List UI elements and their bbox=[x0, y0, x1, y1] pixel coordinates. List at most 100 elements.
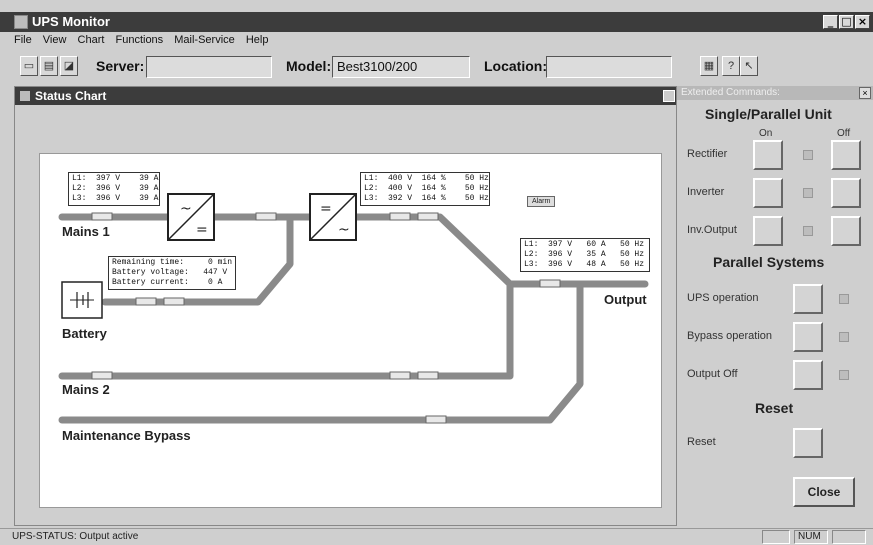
status-bar: UPS-STATUS: Output active NUM bbox=[0, 528, 873, 545]
status-diagram: ~ = = ~ L1: 397 V 39 A L2: 396 V 39 A L3: … bbox=[39, 153, 662, 508]
close-window-button[interactable]: × bbox=[855, 15, 870, 29]
mains1-l1: L1: 397 V 39 A bbox=[72, 174, 159, 183]
minimize-button[interactable]: _ bbox=[823, 15, 838, 29]
switch-mains2-1 bbox=[389, 371, 411, 380]
output-l2: L2: 396 V 35 A 50 Hz bbox=[524, 250, 645, 259]
location-field[interactable] bbox=[546, 56, 672, 78]
menu-help[interactable]: Help bbox=[246, 34, 269, 46]
model-field[interactable]: Best3100/200 bbox=[332, 56, 470, 78]
help-pointer-icon[interactable]: ↖ bbox=[740, 56, 758, 76]
output-l3: L3: 396 V 48 A 50 Hz bbox=[524, 260, 645, 269]
app-title: UPS Monitor bbox=[32, 14, 110, 29]
switch-bypass bbox=[425, 415, 447, 424]
ups-operation-led bbox=[839, 294, 849, 304]
menu-functions[interactable]: Functions bbox=[115, 34, 163, 46]
extended-commands-title: Extended Commands: bbox=[677, 86, 873, 100]
on-label: On bbox=[759, 128, 773, 139]
menu-view[interactable]: View bbox=[43, 34, 67, 46]
mains1-l3: L3: 396 V 39 A bbox=[72, 194, 159, 203]
ups-status-text: UPS-STATUS: Output active bbox=[12, 531, 139, 542]
reset-label: Reset bbox=[687, 436, 716, 448]
inverter-label: Inverter bbox=[687, 186, 725, 198]
switch-output bbox=[539, 279, 561, 288]
status-chart-minimize-button[interactable] bbox=[663, 90, 675, 102]
battery-label: Battery bbox=[62, 326, 107, 341]
inverter-off-button[interactable] bbox=[831, 178, 861, 208]
status-chart-window: Status Chart ~ = = ~ L1: 397 V 39 A L2: … bbox=[14, 86, 679, 526]
inverter-l2: L2: 400 V 164 % 50 Hz bbox=[364, 184, 489, 193]
open-icon[interactable]: ▭ bbox=[20, 56, 38, 76]
status-chart-title-bar: Status Chart bbox=[15, 87, 679, 105]
switch-mains1 bbox=[91, 212, 113, 221]
menu-file[interactable]: File bbox=[14, 34, 32, 46]
battery-icon bbox=[61, 281, 103, 319]
extended-commands-panel: Extended Commands: × Single/Parallel Uni… bbox=[676, 86, 873, 526]
bypass-operation-button[interactable] bbox=[793, 322, 823, 352]
switch-inverter-2 bbox=[417, 212, 439, 221]
app-title-bar: UPS Monitor _ □ × bbox=[0, 12, 873, 32]
svg-text:=: = bbox=[320, 201, 332, 217]
printer-icon[interactable]: ▦ bbox=[700, 56, 718, 76]
rectifier-icon: ~ = bbox=[167, 193, 215, 241]
alarm-indicator[interactable]: Alarm bbox=[527, 196, 556, 207]
battery-voltage: Battery voltage: 447 V bbox=[112, 268, 228, 277]
switch-mains2-start bbox=[91, 371, 113, 380]
num-lock-indicator: NUM bbox=[794, 530, 828, 544]
svg-text:~: ~ bbox=[338, 222, 350, 238]
server-field[interactable] bbox=[146, 56, 272, 78]
battery-remaining-time: Remaining time: 0 min bbox=[112, 258, 233, 267]
help-icon[interactable]: ? bbox=[722, 56, 740, 76]
chart-icon[interactable]: ◪ bbox=[60, 56, 78, 76]
menu-mail-service[interactable]: Mail-Service bbox=[174, 34, 235, 46]
window-icon bbox=[20, 91, 30, 101]
print-icon[interactable]: ▤ bbox=[40, 56, 58, 76]
inv-output-on-button[interactable] bbox=[753, 216, 783, 246]
switch-rectifier-out bbox=[255, 212, 277, 221]
mains2-line bbox=[58, 280, 514, 380]
status-panel-empty bbox=[762, 530, 790, 544]
mains1-l2: L2: 396 V 39 A bbox=[72, 184, 159, 193]
single-parallel-title: Single/Parallel Unit bbox=[705, 106, 832, 122]
mains2-label: Mains 2 bbox=[62, 382, 110, 397]
ups-operation-label: UPS operation bbox=[687, 292, 759, 304]
switch-mains2-2 bbox=[417, 371, 439, 380]
off-label: Off bbox=[837, 128, 851, 139]
status-panel-scroll bbox=[832, 530, 866, 544]
svg-text:=: = bbox=[196, 222, 208, 238]
inv-output-off-button[interactable] bbox=[831, 216, 861, 246]
battery-measurements: Remaining time: 0 min Battery voltage: 44… bbox=[108, 256, 236, 290]
inverter-icon: = ~ bbox=[309, 193, 357, 241]
parallel-systems-title: Parallel Systems bbox=[713, 254, 825, 270]
status-chart-title: Status Chart bbox=[35, 89, 107, 103]
menu-chart[interactable]: Chart bbox=[78, 34, 105, 46]
output-off-button[interactable] bbox=[793, 360, 823, 390]
rectifier-on-button[interactable] bbox=[753, 140, 783, 170]
bypass-operation-label: Bypass operation bbox=[687, 330, 772, 342]
battery-current: Battery current: 0 A bbox=[112, 278, 223, 287]
inv-output-label: Inv.Output bbox=[687, 224, 737, 236]
ups-operation-button[interactable] bbox=[793, 284, 823, 314]
maximize-button[interactable]: □ bbox=[839, 15, 854, 29]
model-label: Model: bbox=[286, 58, 332, 74]
svg-text:~: ~ bbox=[180, 201, 192, 217]
menu-bar: File View Chart Functions Mail-Service H… bbox=[14, 34, 276, 52]
bypass-label: Maintenance Bypass bbox=[62, 428, 191, 443]
mains1-measurements: L1: 397 V 39 A L2: 396 V 39 A L3: 396 V 39… bbox=[68, 172, 160, 206]
inverter-on-button[interactable] bbox=[753, 178, 783, 208]
inverter-l3: L3: 392 V 164 % 50 Hz bbox=[364, 194, 489, 203]
output-label: Output bbox=[604, 292, 647, 307]
output-off-led bbox=[839, 370, 849, 380]
rectifier-label: Rectifier bbox=[687, 148, 728, 160]
output-l1: L1: 397 V 60 A 50 Hz bbox=[524, 240, 645, 249]
app-icon bbox=[14, 15, 28, 29]
mains1-label: Mains 1 bbox=[62, 224, 110, 239]
extended-close-icon[interactable]: × bbox=[859, 87, 871, 99]
reset-button[interactable] bbox=[793, 428, 823, 458]
rectifier-off-button[interactable] bbox=[831, 140, 861, 170]
close-button[interactable]: Close bbox=[793, 477, 855, 507]
toolbar: ▭ ▤ ◪ Server: Model: Best3100/200 Locati… bbox=[0, 53, 873, 81]
output-off-label: Output Off bbox=[687, 368, 738, 380]
flow-diagram: ~ = = ~ bbox=[58, 193, 649, 424]
output-measurements: L1: 397 V 60 A 50 Hz L2: 396 V 35 A 50 Hz… bbox=[520, 238, 650, 272]
location-label: Location: bbox=[484, 58, 547, 74]
